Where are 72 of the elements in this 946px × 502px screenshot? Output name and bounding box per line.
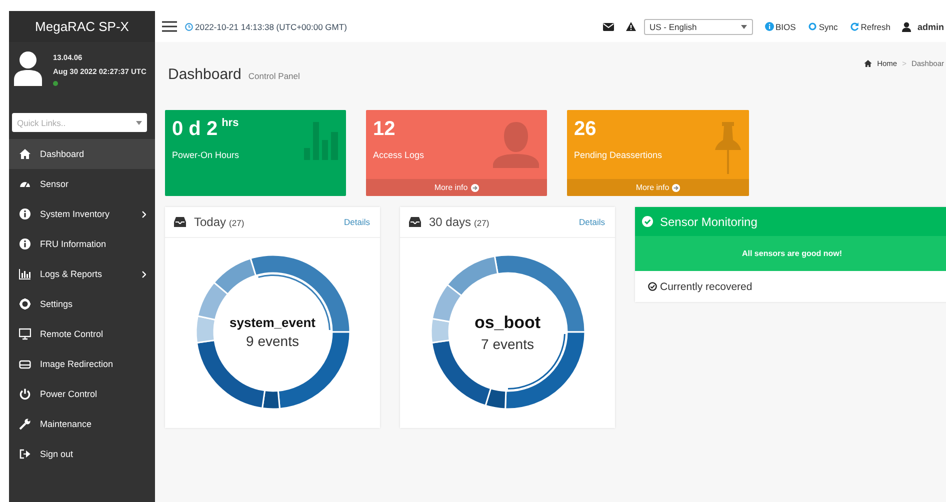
date-time: 2022-10-21 14:13:38 (UTC+00:00 GMT): [195, 22, 347, 32]
sidebar-item[interactable]: Dashboard: [9, 139, 155, 169]
drive-icon: [19, 358, 31, 370]
chart-center-label: system_event: [230, 315, 316, 330]
stat-value: 26: [574, 118, 596, 141]
stat-label: Access Logs: [373, 150, 426, 160]
header-link[interactable]: Sync: [808, 22, 838, 32]
page-title: Dashboard: [168, 66, 242, 83]
panel-title: 30 days (27): [429, 215, 490, 229]
monitor-icon: [19, 328, 31, 340]
warning-icon[interactable]: [626, 22, 636, 31]
event-count: 7 events: [481, 336, 534, 352]
info-icon: [19, 208, 31, 220]
home-icon: [19, 148, 31, 160]
more-info-link[interactable]: More info: [366, 179, 547, 196]
home-icon: [864, 60, 872, 67]
details-link[interactable]: Details: [344, 217, 370, 227]
page-subtitle: Control Panel: [248, 71, 300, 81]
chart-center-label: os_boot: [474, 312, 541, 332]
wrench-icon: [19, 418, 31, 430]
info-icon: [764, 22, 774, 31]
bar-chart-icon: [304, 122, 338, 160]
sidebar-item[interactable]: Power Control: [9, 379, 155, 409]
sync-icon: [808, 22, 817, 31]
chevron-right-icon: [142, 210, 146, 218]
event-count: 9 events: [246, 333, 299, 349]
caret-icon: [740, 24, 746, 28]
sidebar-item[interactable]: Remote Control: [9, 319, 155, 349]
panel-title: Today (27): [194, 215, 246, 229]
stat-value: 0 d 2: [172, 118, 218, 141]
bar-chart-icon: [19, 268, 31, 280]
details-link[interactable]: Details: [579, 217, 605, 227]
inbox-icon: [409, 217, 421, 227]
header-link[interactable]: Refresh: [850, 22, 890, 32]
clock-icon: [185, 22, 193, 30]
sign-out-icon: [19, 448, 31, 460]
gear-icon: [19, 298, 31, 310]
stat-label: Pending Deassertions: [574, 150, 664, 160]
person-icon: [493, 122, 539, 168]
sidebar-item[interactable]: Logs & Reports: [9, 259, 155, 289]
panel-title: Sensor Monitoring: [660, 214, 758, 228]
arrow-circle-icon: [470, 184, 479, 192]
sidebar-item[interactable]: Sensor: [9, 169, 155, 199]
info-icon: [19, 238, 31, 250]
inbox-icon: [174, 217, 186, 227]
envelope-icon[interactable]: [602, 22, 614, 30]
caret-icon: [136, 120, 142, 124]
user-menu[interactable]: admin: [917, 22, 944, 32]
pushpin-icon: [715, 122, 741, 174]
sidebar-item[interactable]: Sign out: [9, 439, 155, 469]
menu-icon[interactable]: [162, 21, 177, 32]
stat-value: 12: [373, 118, 396, 141]
brand-title: MegaRAC SP-X: [9, 11, 155, 42]
stat-unit: hrs: [222, 117, 239, 129]
recovery-status: Currently recovered: [660, 280, 752, 292]
user-icon: [902, 22, 912, 32]
arrow-circle-icon: [672, 184, 680, 192]
power-icon: [19, 388, 31, 400]
sidebar-item[interactable]: FRU Information: [9, 229, 155, 259]
header-link[interactable]: BIOS: [764, 22, 796, 32]
sidebar-item[interactable]: Maintenance: [9, 409, 155, 439]
sidebar-item[interactable]: Image Redirection: [9, 349, 155, 379]
language-dropdown[interactable]: US - English: [644, 18, 752, 34]
check-circle-icon: [648, 282, 657, 291]
check-circle-icon: [642, 216, 653, 227]
chevron-right-icon: [142, 270, 146, 278]
user-avatar-icon: [13, 50, 43, 86]
stat-label: Power-On Hours: [172, 150, 240, 160]
sidebar-item[interactable]: System Inventory: [9, 199, 155, 229]
refresh-icon: [850, 22, 859, 31]
status-message: All sensors are good now!: [742, 249, 842, 258]
sidebar-item[interactable]: Settings: [9, 289, 155, 319]
